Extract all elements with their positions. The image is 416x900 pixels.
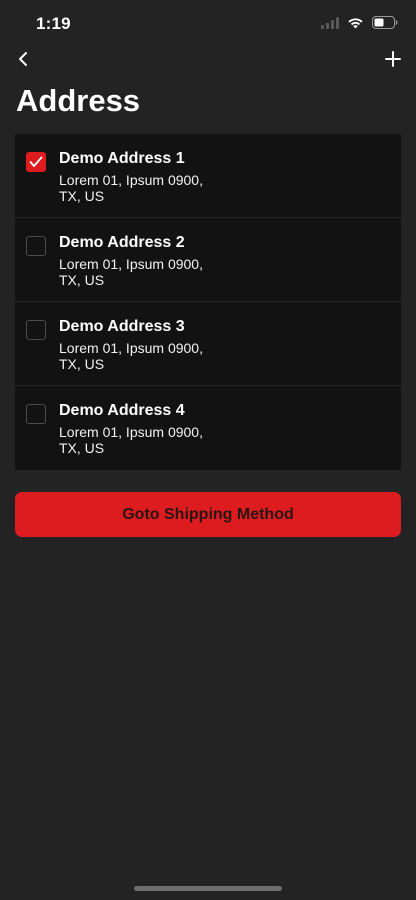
address-line-1: Lorem 01, Ipsum 0900, <box>59 424 203 440</box>
address-name: Demo Address 1 <box>59 150 185 167</box>
chevron-left-icon <box>17 51 29 72</box>
address-name: Demo Address 3 <box>59 318 185 335</box>
goto-shipping-method-button[interactable]: Goto Shipping Method <box>15 492 401 537</box>
address-item[interactable]: Demo Address 3 Lorem 01, Ipsum 0900, TX,… <box>15 302 401 386</box>
address-item[interactable]: Demo Address 1 Lorem 01, Ipsum 0900, TX,… <box>15 134 401 218</box>
add-address-button[interactable] <box>380 48 406 74</box>
status-time: 1:19 <box>36 14 71 33</box>
address-line-2: TX, US <box>59 188 105 204</box>
address-line-2: TX, US <box>59 272 105 288</box>
address-line-2: TX, US <box>59 356 105 372</box>
plus-icon <box>385 50 401 72</box>
address-line-1: Lorem 01, Ipsum 0900, <box>59 172 203 188</box>
signal-icon <box>321 16 339 34</box>
back-button[interactable] <box>10 48 36 74</box>
address-list: Demo Address 1 Lorem 01, Ipsum 0900, TX,… <box>15 134 401 470</box>
address-item[interactable]: Demo Address 4 Lorem 01, Ipsum 0900, TX,… <box>15 386 401 470</box>
battery-icon <box>372 16 398 34</box>
home-indicator <box>134 886 282 891</box>
address-line-1: Lorem 01, Ipsum 0900, <box>59 340 203 356</box>
status-bar: 1:19 <box>0 0 416 48</box>
nav-bar <box>0 48 416 78</box>
address-line-1: Lorem 01, Ipsum 0900, <box>59 256 203 272</box>
address-item[interactable]: Demo Address 2 Lorem 01, Ipsum 0900, TX,… <box>15 218 401 302</box>
address-checkbox[interactable] <box>26 320 46 340</box>
address-name: Demo Address 4 <box>59 402 185 419</box>
address-name: Demo Address 2 <box>59 234 185 251</box>
page-title: Address <box>16 83 141 118</box>
address-checkbox[interactable] <box>26 152 46 172</box>
wifi-icon <box>347 16 364 34</box>
address-line-2: TX, US <box>59 440 105 456</box>
status-icons <box>321 16 398 34</box>
checkmark-icon <box>29 156 43 167</box>
address-checkbox[interactable] <box>26 404 46 424</box>
address-checkbox[interactable] <box>26 236 46 256</box>
